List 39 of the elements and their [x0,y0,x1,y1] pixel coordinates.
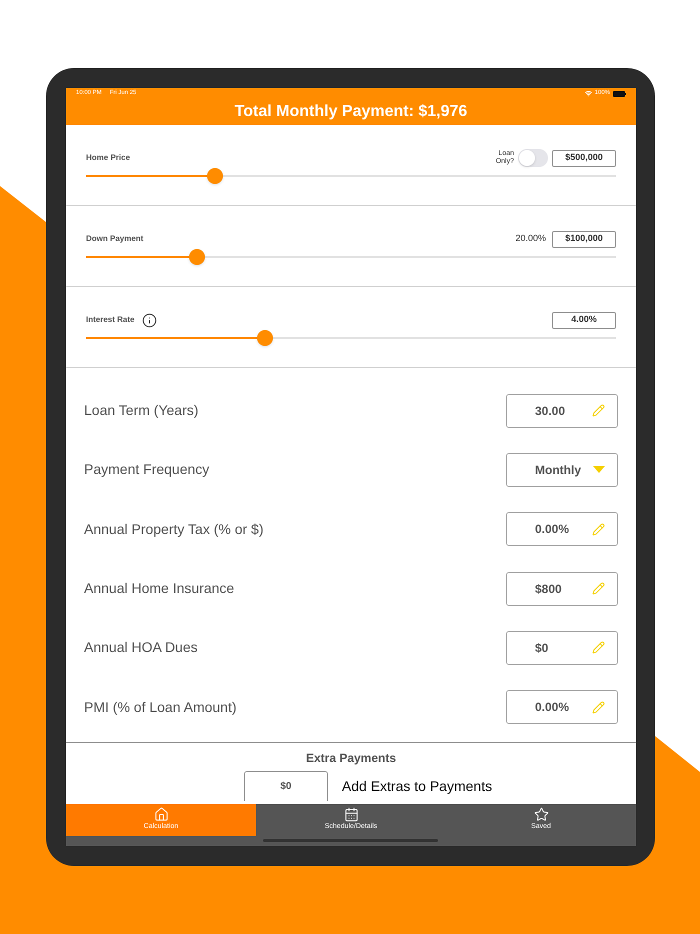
percent-value[interactable]: 20.00% [515,232,546,246]
pencil-icon [592,582,605,596]
input-field[interactable]: $800 [506,572,618,606]
house-icon [154,807,168,822]
value-field[interactable]: 4.00% [552,312,616,328]
header-title: Total Monthly Payment: $1,976 [234,102,468,122]
pencil-icon [592,641,605,654]
slider-label: Interest Rate [86,314,134,326]
star-icon [534,807,548,822]
pencil-icon [592,700,605,714]
caret-icon [593,466,605,474]
battery-icon [613,90,626,96]
field-label: Loan Term (Years) [84,401,198,420]
input-field[interactable]: 0.00% [506,690,618,724]
slider-thumb[interactable] [257,330,274,346]
loan-only-switch[interactable] [518,149,548,167]
field-label: Annual HOA Dues [84,638,198,658]
value-field[interactable]: $100,000 [552,230,616,248]
slider-thumb[interactable] [207,168,224,184]
wifi-icon [584,90,592,97]
field-label: Payment Frequency [84,460,210,480]
calendar-icon [344,807,358,822]
field-label: PMI (% of Loan Amount) [84,698,237,717]
field-label: Annual Home Insurance [84,579,234,598]
pencil-icon [592,522,605,536]
info-icon[interactable] [142,312,158,328]
slider-label: Home Price [86,152,130,164]
input-field[interactable]: 0.00% [506,512,618,546]
slider-label: Down Payment [86,233,144,245]
section-title: Extra Payments [306,750,396,767]
dropdown-field[interactable]: Monthly [506,452,618,487]
slider-thumb[interactable] [189,249,206,265]
value-field[interactable]: $500,000 [552,150,616,166]
input-field[interactable]: $0 [506,630,618,665]
extra-payment-label: Add Extras to Payments [342,776,492,796]
field-label: Annual Property Tax (% or $) [84,520,264,539]
pencil-icon [592,404,605,418]
input-field[interactable]: 30.00 [506,394,618,428]
extra-payment-field[interactable]: $0 [244,770,328,801]
